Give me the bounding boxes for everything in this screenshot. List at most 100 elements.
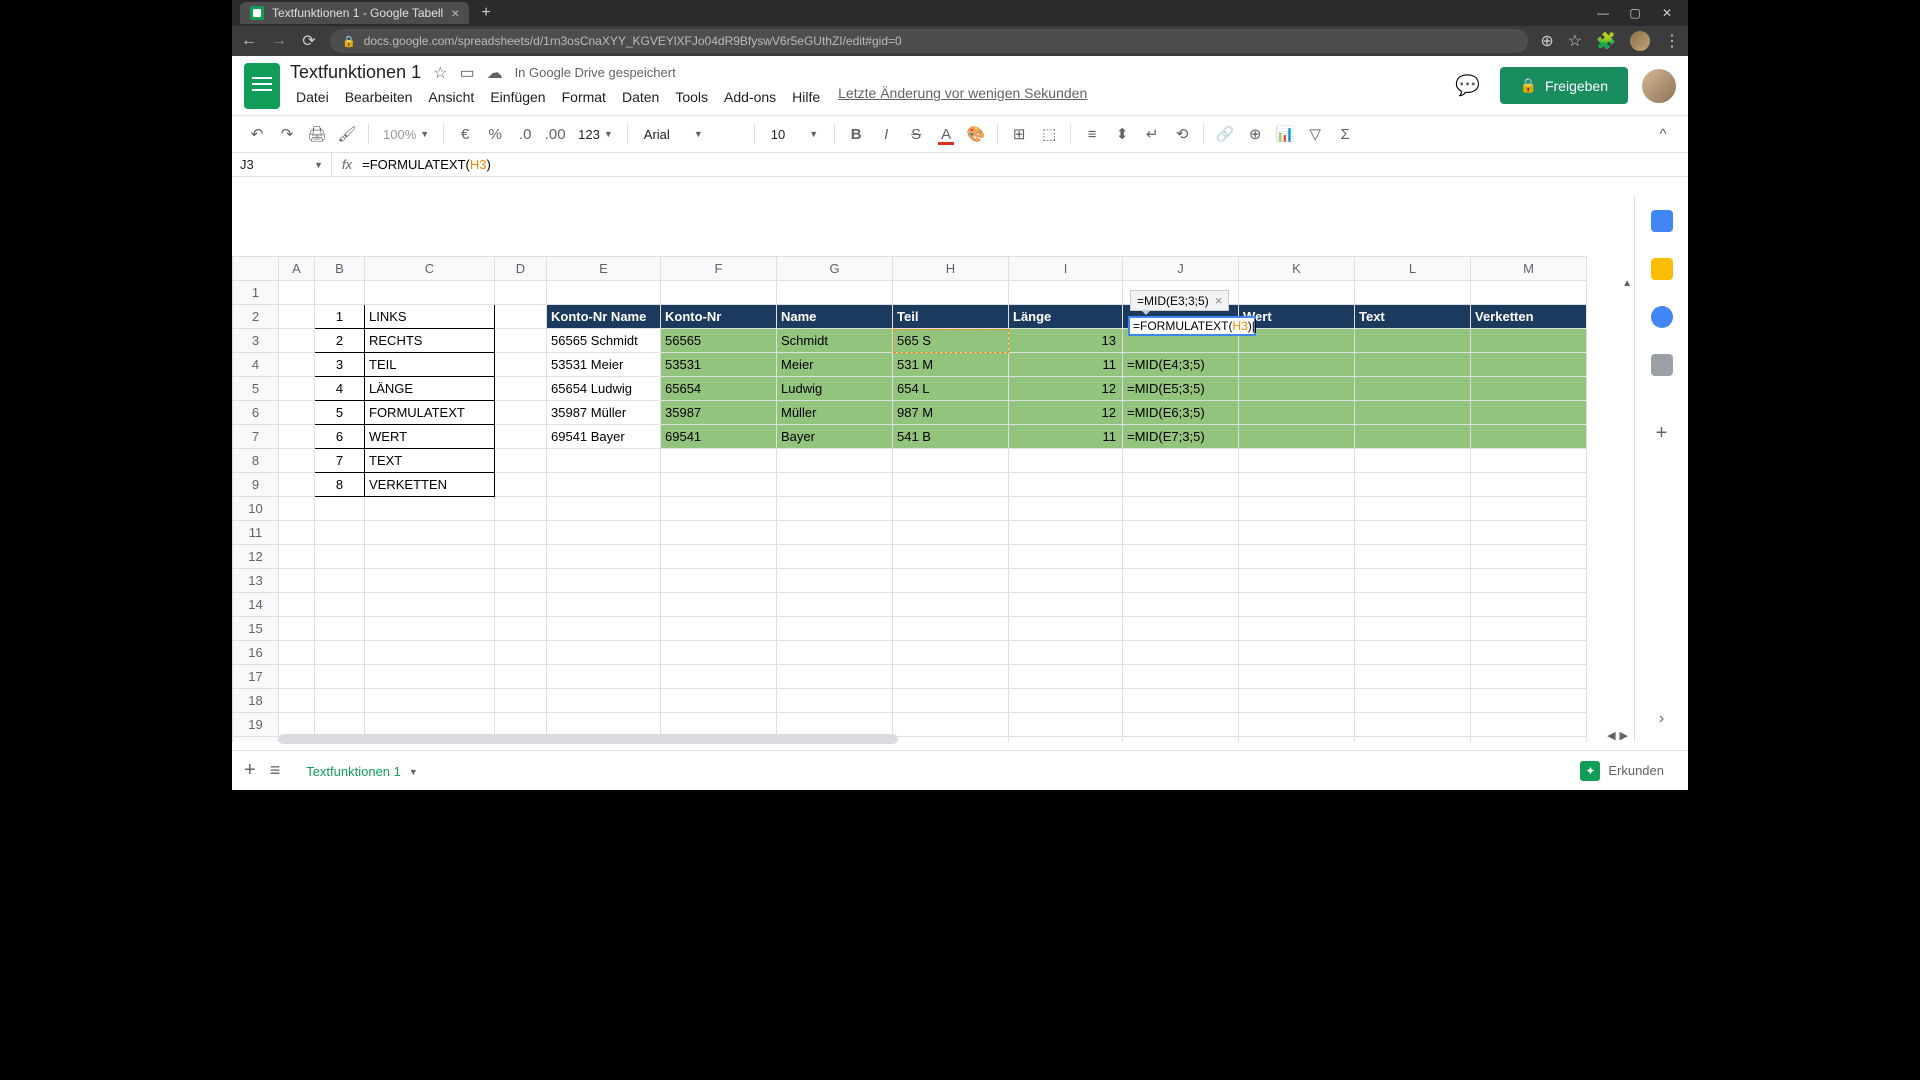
cell[interactable] — [1355, 737, 1471, 743]
cell[interactable] — [495, 305, 547, 329]
cell[interactable] — [279, 545, 315, 569]
cell[interactable] — [495, 449, 547, 473]
cell[interactable] — [1471, 737, 1587, 743]
cell[interactable] — [547, 713, 661, 737]
cell[interactable]: Meier — [777, 353, 893, 377]
cell[interactable] — [279, 641, 315, 665]
cell[interactable]: 2 — [315, 329, 365, 353]
italic-icon[interactable]: I — [873, 121, 899, 147]
cell[interactable] — [661, 521, 777, 545]
cell[interactable] — [315, 281, 365, 305]
cell[interactable] — [547, 617, 661, 641]
cell[interactable] — [893, 473, 1009, 497]
cell[interactable] — [1239, 353, 1355, 377]
number-format-select[interactable]: 123▼ — [572, 127, 619, 142]
cell[interactable] — [1239, 377, 1355, 401]
cell[interactable] — [893, 737, 1009, 743]
cell[interactable] — [365, 521, 495, 545]
cell[interactable]: Bayer — [777, 425, 893, 449]
cell[interactable] — [1123, 713, 1239, 737]
cell[interactable] — [547, 473, 661, 497]
cell[interactable] — [893, 569, 1009, 593]
cell[interactable] — [661, 449, 777, 473]
row-header[interactable]: 2 — [233, 305, 279, 329]
cell[interactable] — [1123, 641, 1239, 665]
chart-icon[interactable]: 📊 — [1272, 121, 1298, 147]
cell[interactable] — [661, 497, 777, 521]
sheets-logo-icon[interactable] — [244, 63, 280, 109]
cell[interactable] — [365, 569, 495, 593]
row-header[interactable]: 10 — [233, 497, 279, 521]
cell[interactable] — [661, 665, 777, 689]
cell[interactable] — [777, 449, 893, 473]
row-header[interactable]: 13 — [233, 569, 279, 593]
row-header[interactable]: 15 — [233, 617, 279, 641]
cell[interactable] — [279, 473, 315, 497]
cell[interactable]: 11 — [1009, 353, 1123, 377]
column-header[interactable]: H — [893, 257, 1009, 281]
cell[interactable]: VERKETTEN — [365, 473, 495, 497]
cell[interactable] — [1355, 449, 1471, 473]
zoom-icon[interactable]: ⊕ — [1540, 31, 1553, 51]
cell[interactable] — [1123, 593, 1239, 617]
sheet-tab[interactable]: Textfunktionen 1▼ — [294, 756, 430, 785]
cell[interactable] — [1009, 449, 1123, 473]
cell[interactable] — [777, 497, 893, 521]
cell[interactable] — [1239, 737, 1355, 743]
menu-tools[interactable]: Tools — [669, 85, 714, 109]
cell[interactable] — [279, 689, 315, 713]
cell[interactable] — [279, 353, 315, 377]
valign-icon[interactable]: ⬍ — [1109, 121, 1135, 147]
cell[interactable]: WERT — [365, 425, 495, 449]
cell[interactable] — [893, 617, 1009, 641]
column-header[interactable]: E — [547, 257, 661, 281]
cell[interactable] — [1355, 545, 1471, 569]
cell[interactable]: RECHTS — [365, 329, 495, 353]
cell[interactable] — [1471, 665, 1587, 689]
cell[interactable]: Verketten — [1471, 305, 1587, 329]
row-header[interactable]: 3 — [233, 329, 279, 353]
cloud-icon[interactable]: ☁ — [487, 63, 503, 83]
strikethrough-icon[interactable]: S — [903, 121, 929, 147]
cell[interactable] — [1355, 593, 1471, 617]
link-icon[interactable]: 🔗 — [1212, 121, 1238, 147]
cell[interactable] — [1471, 425, 1587, 449]
percent-icon[interactable]: % — [482, 121, 508, 147]
cell[interactable] — [1239, 473, 1355, 497]
cell[interactable]: Ludwig — [777, 377, 893, 401]
cell[interactable] — [661, 545, 777, 569]
paint-format-icon[interactable]: 🖌 — [334, 121, 360, 147]
cell[interactable] — [1009, 545, 1123, 569]
cell[interactable] — [365, 617, 495, 641]
cell[interactable] — [1471, 641, 1587, 665]
undo-icon[interactable]: ↶ — [244, 121, 270, 147]
cell[interactable] — [495, 713, 547, 737]
cell[interactable] — [893, 545, 1009, 569]
tasks-icon[interactable] — [1651, 306, 1673, 328]
comment-icon[interactable]: ⊕ — [1242, 121, 1268, 147]
cell[interactable] — [365, 593, 495, 617]
cell[interactable] — [495, 425, 547, 449]
font-select[interactable]: Arial▼ — [636, 127, 746, 142]
cell[interactable] — [315, 665, 365, 689]
cell[interactable] — [315, 497, 365, 521]
cell[interactable] — [777, 641, 893, 665]
cell[interactable] — [1355, 353, 1471, 377]
new-tab-button[interactable]: + — [481, 4, 490, 22]
cell[interactable] — [495, 617, 547, 641]
cell[interactable] — [1239, 593, 1355, 617]
cell[interactable]: 35987 — [661, 401, 777, 425]
row-header[interactable]: 18 — [233, 689, 279, 713]
cell[interactable] — [495, 521, 547, 545]
column-header[interactable]: C — [365, 257, 495, 281]
cell[interactable] — [495, 401, 547, 425]
cell[interactable] — [661, 569, 777, 593]
cell[interactable] — [365, 665, 495, 689]
cell[interactable] — [1009, 689, 1123, 713]
cell[interactable] — [1239, 545, 1355, 569]
cell[interactable] — [893, 641, 1009, 665]
cell[interactable] — [365, 281, 495, 305]
cell[interactable] — [1009, 281, 1123, 305]
column-header[interactable]: A — [279, 257, 315, 281]
cell[interactable] — [1009, 641, 1123, 665]
